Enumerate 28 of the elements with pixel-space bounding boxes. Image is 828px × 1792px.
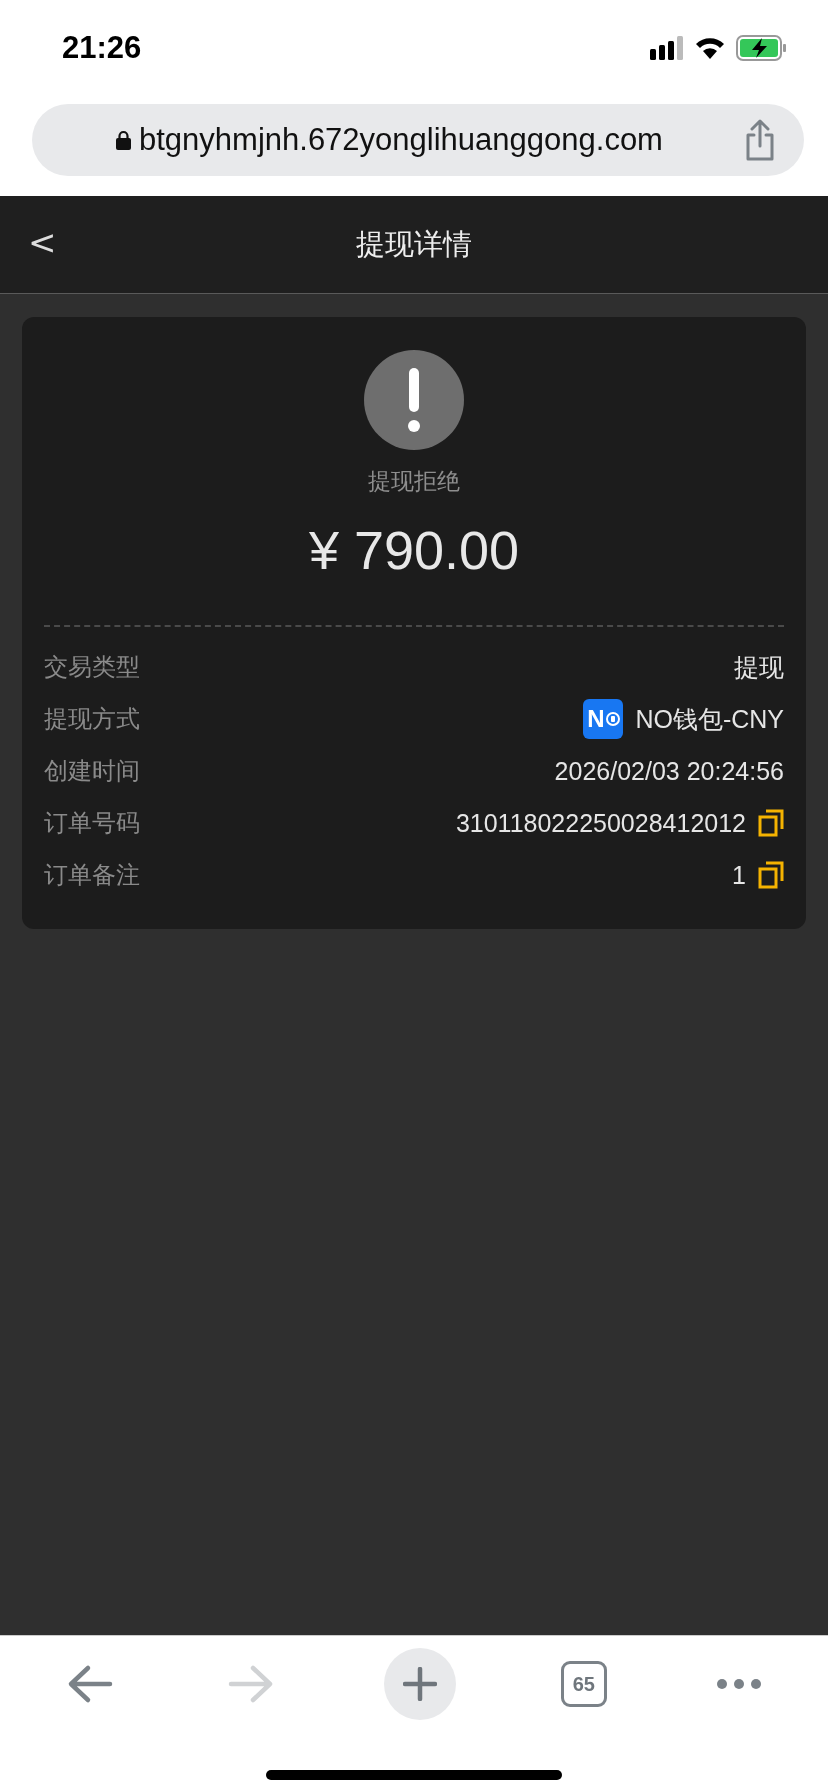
detail-label: 创建时间 <box>44 756 140 787</box>
detail-label: 提现方式 <box>44 704 140 735</box>
share-icon[interactable] <box>744 119 776 161</box>
exclamation-icon <box>364 350 464 450</box>
wallet-logo: N <box>583 699 624 739</box>
address-bar[interactable]: btgnyhmjnh.672yonglihuanggong.com <box>32 104 804 176</box>
tabs-button[interactable]: 65 <box>560 1661 607 1707</box>
detail-value: 提现 <box>734 651 784 683</box>
detail-value: 1 <box>732 860 746 890</box>
detail-value: 2026/02/03 20:24:56 <box>554 756 784 786</box>
page-title: 提现详情 <box>356 225 472 263</box>
detail-value: 310118022250028412012 <box>455 808 746 838</box>
copy-icon[interactable] <box>758 809 784 837</box>
signal-icon <box>650 36 684 60</box>
detail-label: 交易类型 <box>44 652 140 683</box>
url-text: btgnyhmjnh.672yonglihuanggong.com <box>139 122 663 158</box>
plus-icon <box>403 1667 437 1701</box>
copy-icon[interactable] <box>758 861 784 889</box>
battery-charging-icon <box>736 35 788 61</box>
lock-icon <box>116 130 131 150</box>
amount: ¥ 790.00 <box>308 519 520 581</box>
back-button[interactable]: < <box>18 218 67 266</box>
detail-label: 订单号码 <box>44 808 140 839</box>
wifi-icon <box>694 36 726 60</box>
status-time: 21:26 <box>62 30 142 66</box>
detail-value: NO钱包-CNY <box>635 703 784 735</box>
detail-label: 订单备注 <box>44 860 140 891</box>
status-text: 提现拒绝 <box>368 467 460 496</box>
